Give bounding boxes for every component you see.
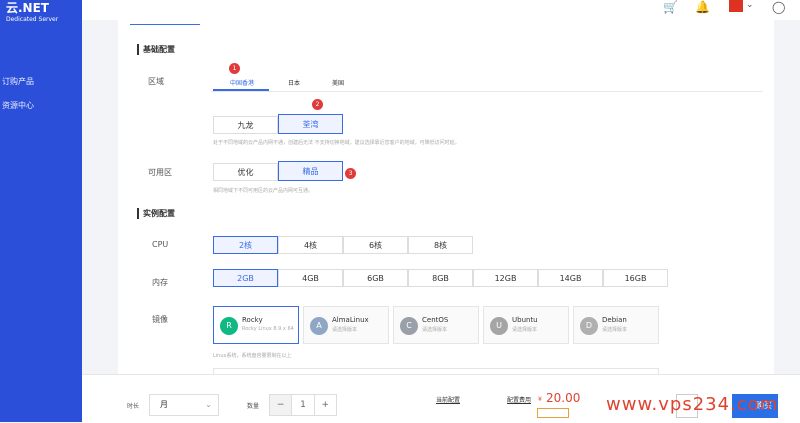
ubuntu-icon: U [490, 317, 508, 335]
section-title-instance: 实例配置 [137, 208, 175, 219]
sidebar-item-order[interactable]: 订购产品 [2, 76, 34, 87]
rocky-icon: R [220, 317, 238, 335]
step-badge-1: 1 [229, 63, 240, 74]
watermark: www.vps234.com [606, 394, 779, 415]
memory-2gb-button[interactable]: 2GB [213, 269, 278, 287]
tab-japan[interactable]: 日本 [288, 78, 300, 87]
quantity-label: 数量 [247, 403, 260, 410]
image-sub: 请选择版本 [332, 327, 358, 333]
zone-optimized-button[interactable]: 优化 [213, 163, 278, 181]
tab-usa[interactable]: 美国 [332, 78, 344, 87]
image-name: CentOS [422, 316, 449, 324]
image-sub: Rocky Linux 8.9 x 64 [242, 326, 294, 332]
image-card-debian[interactable]: D Debian 请选择版本 [573, 306, 659, 344]
cpu-4core-button[interactable]: 4核 [278, 236, 343, 254]
almalinux-icon: A [310, 317, 328, 335]
centos-icon: C [400, 317, 418, 335]
image-card-centos[interactable]: C CentOS 请选择版本 [393, 306, 479, 344]
memory-4gb-button[interactable]: 4GB [278, 269, 343, 287]
chevron-down-icon[interactable]: ⌄ [746, 0, 754, 10]
fee-label: 配置费用 [507, 397, 532, 404]
chevron-down-icon: ⌄ [205, 400, 212, 409]
discount-tag [537, 408, 569, 418]
bell-icon[interactable]: 🔔 [695, 0, 710, 14]
tab-hongkong[interactable]: 中国香港 [230, 78, 254, 87]
current-config-link[interactable]: 当前配置 [436, 395, 460, 404]
flag-icon[interactable] [729, 0, 743, 12]
cpu-6core-button[interactable]: 6核 [343, 236, 408, 254]
image-sub: 请选择版本 [512, 327, 538, 333]
zone-note: 相同地域下不同可用区的云产品内网可互通。 [213, 188, 314, 194]
brand-tagline: Dedicated Server [6, 16, 59, 23]
image-name: Ubuntu [512, 316, 538, 324]
cpu-8core-button[interactable]: 8核 [408, 236, 473, 254]
price-value: 20.00 [546, 391, 581, 405]
zone-premium-button[interactable]: 精品 [278, 161, 343, 181]
memory-6gb-button[interactable]: 6GB [343, 269, 408, 287]
decrement-button[interactable]: − [270, 395, 293, 415]
region-label: 区域 [148, 77, 164, 86]
image-card-almalinux[interactable]: A AlmaLinux 请选择版本 [303, 306, 389, 344]
memory-12gb-button[interactable]: 12GB [473, 269, 538, 287]
image-sub: 请选择版本 [422, 327, 448, 333]
memory-16gb-button[interactable]: 16GB [603, 269, 668, 287]
duration-label: 时长 [127, 403, 140, 410]
sidebar-item-resources[interactable]: 资源中心 [2, 100, 34, 111]
sidebar: 云.NET Dedicated Server 订购产品 资源中心 [0, 0, 82, 422]
memory-label: 内存 [152, 278, 168, 287]
step-badge-3: 3 [345, 168, 356, 179]
image-name: Debian [602, 316, 627, 324]
quantity-stepper[interactable]: − 1 + [269, 394, 337, 416]
area-tsuenwan-button[interactable]: 荃湾 [278, 114, 343, 134]
section-title-basic: 基础配置 [137, 44, 175, 55]
step-badge-2: 2 [312, 99, 323, 110]
tab-active-indicator [213, 89, 269, 91]
debian-icon: D [580, 317, 598, 335]
image-note: Linux系统，系统盘容量限制在以上 [213, 353, 292, 359]
zone-label: 可用区 [148, 168, 172, 177]
cart-icon[interactable]: 🛒 [663, 0, 678, 14]
duration-select[interactable]: 月 ⌄ [149, 394, 219, 416]
quantity-value[interactable]: 1 [292, 395, 315, 415]
increment-button[interactable]: + [315, 395, 336, 415]
currency-symbol: ¥ [538, 396, 542, 403]
image-sub: 请选择版本 [602, 327, 628, 333]
image-name: AlmaLinux [332, 316, 369, 324]
image-card-rocky[interactable]: R Rocky Rocky Linux 8.9 x 64 [213, 306, 299, 344]
cpu-label: CPU [152, 240, 169, 249]
scrolled-tab[interactable] [130, 10, 200, 25]
image-label: 镜像 [152, 315, 168, 324]
memory-14gb-button[interactable]: 14GB [538, 269, 603, 287]
duration-value: 月 [160, 400, 168, 409]
brand-logo[interactable]: 云.NET Dedicated Server [6, 2, 58, 26]
image-name: Rocky [242, 316, 263, 324]
user-icon[interactable]: ◯ [772, 0, 785, 14]
image-card-ubuntu[interactable]: U Ubuntu 请选择版本 [483, 306, 569, 344]
memory-8gb-button[interactable]: 8GB [408, 269, 473, 287]
cpu-2core-button[interactable]: 2核 [213, 236, 278, 254]
brand-name: 云.NET [6, 1, 49, 15]
area-kowloon-button[interactable]: 九龙 [213, 116, 278, 134]
tab-divider [211, 91, 763, 92]
region-note: 处于不同地域的云产品内网不通，创建后无法 不支持切换地域，建议选择靠近您客户的地… [213, 140, 460, 146]
